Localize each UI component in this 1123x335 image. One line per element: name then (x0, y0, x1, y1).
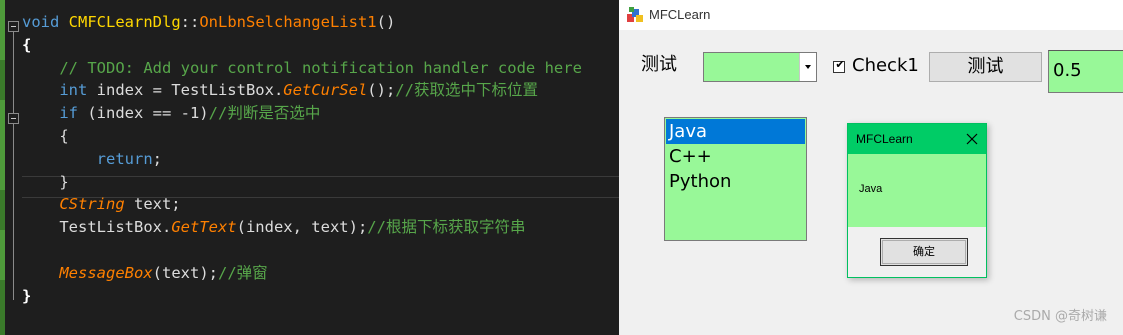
code-line[interactable]: { (22, 34, 31, 56)
code-token: { (22, 127, 69, 145)
mfc-app-window: MFCLearn 测试 ✔ Check1 测试 0.5 Java C++ Pyt… (619, 0, 1123, 335)
code-token: MessageBox (59, 263, 153, 282)
edit-value: 0.5 (1053, 60, 1082, 81)
code-token: (text); (152, 263, 218, 282)
close-icon[interactable] (962, 129, 982, 149)
code-line[interactable]: TestListBox.GetText(index, text);//根据下标获… (22, 216, 525, 238)
change-marker (0, 100, 5, 190)
code-token: ; (152, 149, 162, 168)
app-title: MFCLearn (649, 7, 711, 22)
change-margin (0, 0, 5, 335)
code-token: () (376, 13, 396, 31)
code-token: (index == -1) (87, 104, 209, 123)
message-box-title: MFCLearn (856, 132, 913, 146)
check-mark-icon: ✔ (835, 58, 845, 71)
code-token: index = TestListBox. (96, 81, 284, 100)
code-token: //根据下标获取字符串 (367, 218, 526, 237)
ok-button[interactable]: 确定 (880, 238, 968, 266)
code-line[interactable]: { (22, 125, 69, 147)
test-button[interactable]: 测试 (929, 52, 1042, 82)
code-token: TestListBox. (22, 218, 172, 237)
message-box-titlebar[interactable]: MFCLearn (848, 124, 986, 154)
test-listbox[interactable]: Java C++ Python (664, 117, 807, 241)
code-token: } (22, 286, 32, 305)
message-box-body: Java (848, 154, 986, 227)
code-line[interactable]: MessageBox(text);//弹窗 (22, 262, 268, 284)
code-token: OnLbnSelchangeList1 (199, 13, 377, 31)
change-marker (0, 230, 5, 280)
code-token: } (22, 172, 69, 191)
code-token: GetText (171, 218, 237, 237)
code-token: (); (367, 81, 396, 100)
code-token: //判断是否选中 (208, 104, 321, 123)
code-token: return (96, 149, 153, 168)
code-token: GetCurSel (283, 81, 368, 100)
fold-guide (13, 32, 14, 300)
test-label: 测试 (641, 54, 677, 75)
code-token: (index, text); (236, 218, 368, 237)
code-token: //弹窗 (217, 263, 268, 282)
message-text: Java (859, 183, 883, 195)
code-line[interactable]: void CMFCLearnDlg::OnLbnSelchangeList1() (22, 11, 395, 33)
code-line[interactable]: } (22, 285, 31, 307)
chevron-down-icon[interactable] (799, 53, 816, 81)
app-icon (627, 7, 643, 22)
code-token: int (59, 81, 97, 100)
code-token: //获取选中下标位置 (395, 81, 538, 100)
list-item-cpp[interactable]: C++ (666, 144, 805, 169)
code-line[interactable]: CString text; (22, 193, 181, 215)
collapse-icon[interactable] (8, 21, 19, 32)
value-edit-field[interactable]: 0.5 (1048, 50, 1123, 93)
code-line[interactable]: // TODO: Add your control notification h… (22, 57, 582, 79)
app-titlebar[interactable]: MFCLearn (619, 0, 1123, 30)
code-line[interactable]: return; (22, 148, 162, 170)
collapse-icon[interactable] (8, 113, 19, 124)
code-token: CString (59, 195, 134, 214)
message-box-dialog: MFCLearn Java 确定 (847, 123, 987, 278)
check1-label[interactable]: Check1 (852, 54, 919, 78)
code-token: text; (133, 195, 181, 214)
change-marker (0, 0, 5, 60)
code-token: // TODO: Add your control notification h… (22, 58, 582, 77)
code-line[interactable]: } (22, 171, 69, 193)
code-line[interactable]: if (index == -1)//判断是否选中 (22, 102, 320, 124)
code-token: void (22, 13, 69, 31)
code-token: CMFCLearnDlg (68, 13, 181, 31)
list-item-java[interactable]: Java (666, 119, 805, 144)
code-editor[interactable]: void CMFCLearnDlg::OnLbnSelchangeList1()… (0, 0, 619, 335)
combo-box[interactable] (703, 52, 817, 82)
code-token: { (22, 35, 32, 54)
csdn-watermark: CSDN @奇树谦 (1013, 309, 1107, 324)
code-line[interactable]: int index = TestListBox.GetCurSel();//获取… (22, 79, 538, 101)
list-item-python[interactable]: Python (666, 169, 805, 194)
code-token: if (59, 104, 88, 123)
check1-checkbox[interactable]: ✔ (833, 58, 845, 73)
code-token: :: (180, 13, 200, 31)
